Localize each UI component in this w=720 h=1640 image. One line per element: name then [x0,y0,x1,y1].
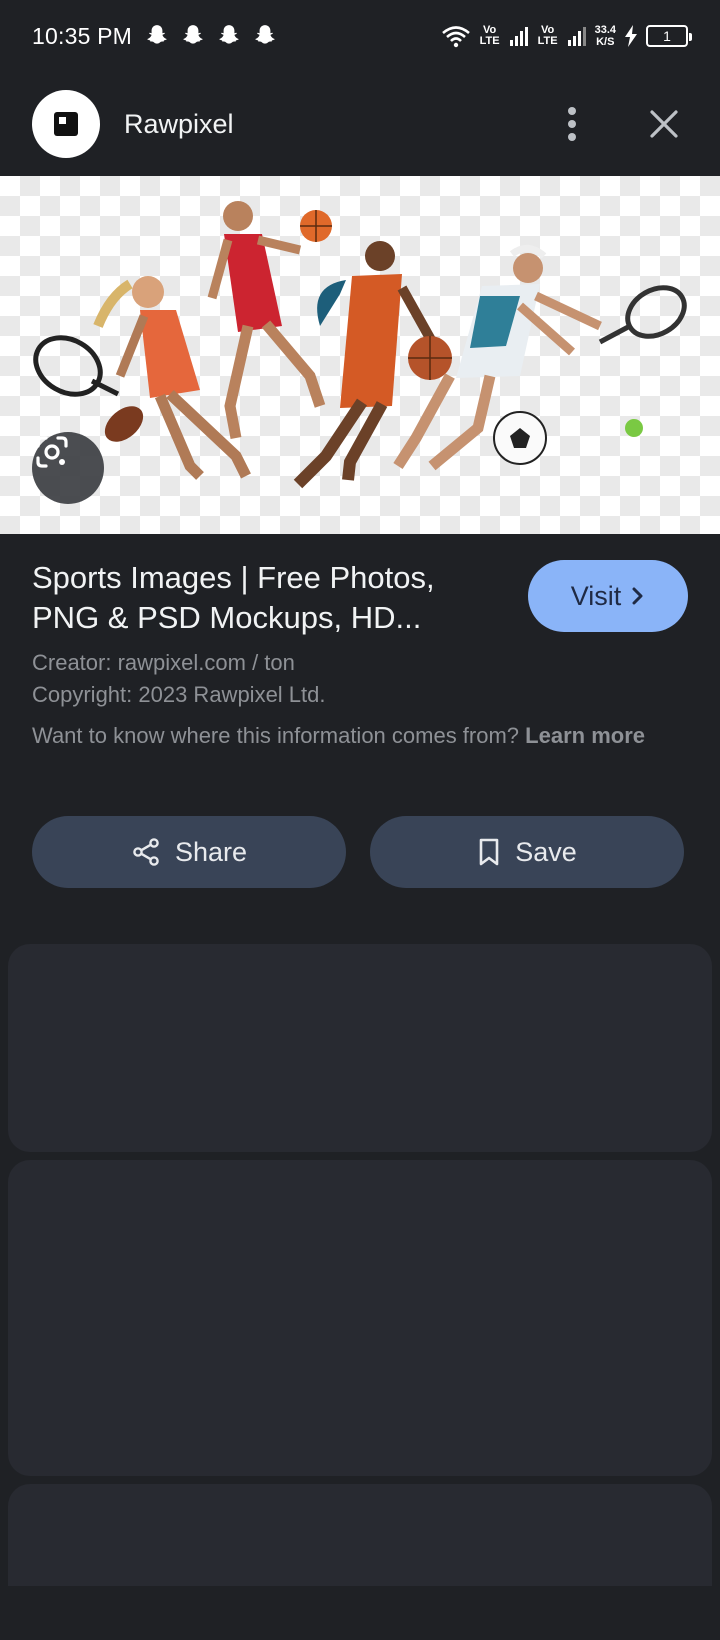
share-button-label: Share [174,836,248,867]
visit-button-label: Visit [570,580,622,611]
status-indicators: Vo LTE Vo LTE 33.4 K/S 1 [441,24,692,48]
rawpixel-logo-mark [54,112,78,136]
info-source-question: Want to know where this information come… [32,723,520,748]
signal-icon [509,27,528,46]
result-image[interactable] [0,176,720,534]
volte-indicator-2: Vo LTE [537,24,558,47]
snapchat-icon [255,25,275,44]
bottom-navigation-area [0,1586,720,1640]
loading-card [8,944,712,1152]
learn-more-link[interactable]: Learn more [525,723,645,748]
loading-card [8,1484,712,1586]
more-vert-icon [568,107,576,141]
lens-icon [36,436,68,468]
status-time: 10:35 PM [32,22,133,49]
header-actions [548,100,688,148]
save-button[interactable]: Save [370,816,684,888]
result-title[interactable]: Sports Images | Free Photos, PNG & PSD M… [32,558,502,638]
google-lens-button[interactable] [32,432,104,504]
battery-level: 1 [663,28,671,44]
battery-icon: 1 [646,25,692,47]
site-name[interactable]: Rawpixel [124,109,234,140]
bookmark-icon [479,838,499,866]
network-speed-value: 33.4 [594,24,616,36]
more-options-button[interactable] [548,100,596,148]
creator-text: Creator: rawpixel.com / ton [32,650,295,675]
snapchat-icon [219,25,239,44]
close-button[interactable] [640,100,688,148]
snapchat-icon [147,25,167,44]
sports-athletes-illustration [33,201,687,489]
close-icon [650,110,678,138]
network-speed-unit: K/S [596,36,615,48]
network-speed: 33.4 K/S [595,24,616,48]
volte-indicator-1: Vo LTE [479,24,500,47]
wifi-icon [441,26,470,48]
loading-card [8,1160,712,1476]
chevron-right-icon [632,587,643,605]
share-icon [133,838,159,866]
save-button-label: Save [515,836,577,867]
charging-icon [625,25,637,47]
status-bar: 10:35 PM Vo LTE Vo LTE 33.4 K/S 1 [0,0,720,72]
share-button[interactable]: Share [32,816,346,888]
notification-icons [144,23,278,49]
info-source-text: Want to know where this information come… [32,720,652,752]
rawpixel-logo[interactable] [32,90,100,158]
signal-icon [567,27,586,46]
copyright-text: Copyright: 2023 Rawpixel Ltd. [32,682,326,707]
snapchat-icon [183,25,203,44]
source-header: Rawpixel [0,72,720,176]
visit-button[interactable]: Visit [528,560,688,632]
